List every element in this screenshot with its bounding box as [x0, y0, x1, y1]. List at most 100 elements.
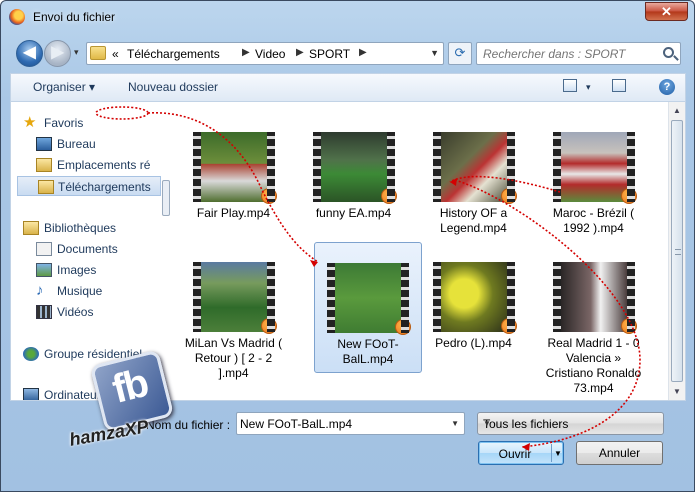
video-thumbnail-icon [432, 132, 517, 204]
sidebar-item-label: Documents [57, 242, 118, 256]
scroll-down-arrow-icon[interactable]: ▼ [669, 383, 685, 400]
open-button-label: Ouvrir [498, 447, 532, 461]
play-badge-icon [500, 188, 517, 204]
file-name: Pedro (L).mp4 [435, 336, 512, 350]
file-item[interactable]: MiLan Vs Madrid ( Retour ) [ 2 - 2 ].mp4 [181, 262, 286, 381]
breadcrumb-overflow[interactable]: « [112, 47, 119, 61]
video-thumbnail-icon [312, 132, 397, 204]
computer-icon [23, 388, 39, 400]
video-thumbnail-icon [552, 132, 637, 204]
view-icon[interactable] [563, 79, 577, 92]
scroll-thumb[interactable] [671, 120, 683, 382]
scroll-up-arrow-icon[interactable]: ▲ [669, 102, 685, 119]
watermark-logo-text: fb [108, 360, 152, 412]
file-item-selected[interactable]: New FOoT-BalL.mp4 [314, 242, 422, 373]
recent-pages-dropdown-icon[interactable]: ▾ [74, 47, 79, 58]
sidebar-item-label: Musique [57, 284, 103, 298]
search-input[interactable] [483, 44, 658, 64]
refresh-button[interactable]: ⟳ [448, 42, 472, 65]
sidebar-item-bureau[interactable]: Bureau [34, 134, 161, 154]
file-name: New FOoT-BalL.mp4 [337, 337, 399, 366]
play-badge-icon [620, 318, 637, 334]
video-thumbnail-icon [552, 262, 637, 334]
open-button[interactable]: Ouvrir ▼ [478, 441, 564, 465]
file-item[interactable]: Pedro (L).mp4 [421, 262, 526, 351]
sidebar-item-musique[interactable]: ♪ Musique [34, 281, 161, 301]
filename-input[interactable] [240, 414, 445, 433]
play-badge-icon [260, 188, 277, 204]
title-bar: Envoi du fichier ✕ [1, 1, 694, 35]
sidebar-item-emplacements[interactable]: Emplacements ré [34, 155, 161, 175]
sidebar-item-telechargements[interactable]: Téléchargements [17, 176, 161, 196]
filename-dropdown-icon[interactable]: ▼ [451, 419, 459, 428]
address-dropdown-icon[interactable]: ▼ [430, 48, 439, 58]
close-button[interactable]: ✕ [645, 2, 688, 21]
file-list-scrollbar[interactable]: ▲ ▼ [668, 102, 685, 400]
new-folder-button[interactable]: Nouveau dossier [128, 80, 218, 94]
play-badge-icon [380, 188, 397, 204]
file-type-dropdown-icon[interactable]: ▼ [483, 419, 658, 428]
file-name: Maroc - Brézil ( 1992 ).mp4 [552, 206, 635, 235]
file-list: Fair Play.mp4 funny EA.mp4 History OF a … [176, 102, 663, 400]
file-name: MiLan Vs Madrid ( Retour ) [ 2 - 2 ].mp4 [184, 336, 283, 380]
window-title: Envoi du fichier [33, 10, 116, 24]
file-type-select[interactable]: Tous les fichiers ▼ [477, 412, 664, 435]
forward-button[interactable]: ▶ [44, 40, 71, 67]
file-name: History OF a Legend.mp4 [439, 206, 508, 235]
breadcrumb-separator-icon[interactable]: ▶ [242, 47, 250, 58]
homegroup-icon [23, 347, 39, 361]
sidebar-item-label: Bureau [57, 137, 96, 151]
watermark: fb hamzaXP [63, 349, 193, 471]
sidebar-item-label: Bibliothèques [44, 221, 117, 235]
breadcrumb-telechargements[interactable]: Téléchargements [127, 47, 220, 61]
sidebar-item-label: Favoris [44, 116, 84, 130]
libraries-icon [23, 221, 39, 235]
sidebar-item-bibliotheques[interactable]: Bibliothèques [21, 218, 161, 238]
command-bar: Organiser ▾ Nouveau dossier ▾ ? [10, 73, 686, 101]
address-bar[interactable]: « Téléchargements ▶ Video ▶ SPORT ▶ ▼ [86, 42, 444, 65]
file-dialog-window: Envoi du fichier ✕ ◀ ▶ ▾ « Téléchargemen… [0, 0, 695, 492]
file-name: funny EA.mp4 [315, 206, 392, 220]
downloads-folder-icon [38, 180, 54, 194]
star-icon: ★ [23, 114, 37, 131]
file-item[interactable]: Fair Play.mp4 [181, 132, 286, 221]
sidebar-item-label: Emplacements ré [57, 158, 151, 172]
play-badge-icon [395, 319, 411, 335]
video-thumbnail-icon [327, 263, 411, 335]
play-badge-icon [260, 318, 277, 334]
file-item[interactable]: History OF a Legend.mp4 [421, 132, 526, 236]
sidebar-item-videos[interactable]: Vidéos [34, 302, 161, 322]
video-thumbnail-icon [432, 262, 517, 334]
folder-icon [90, 46, 106, 60]
back-button[interactable]: ◀ [16, 40, 43, 67]
file-name: Fair Play.mp4 [196, 206, 271, 220]
filename-combobox[interactable]: ▼ [236, 412, 465, 435]
breadcrumb-separator-icon[interactable]: ▶ [296, 47, 304, 58]
file-item[interactable]: funny EA.mp4 [301, 132, 406, 221]
organize-button[interactable]: Organiser ▾ [33, 80, 95, 94]
search-box[interactable] [476, 42, 681, 65]
search-icon[interactable] [663, 47, 674, 58]
sidebar-item-favoris[interactable]: ★ Favoris [21, 113, 161, 133]
help-icon[interactable]: ? [659, 79, 675, 95]
file-item[interactable]: Maroc - Brézil ( 1992 ).mp4 [541, 132, 646, 236]
navigation-pane-scroll-thumb[interactable] [162, 180, 170, 216]
preview-pane-icon[interactable] [612, 79, 626, 92]
play-badge-icon [500, 318, 517, 334]
view-dropdown-icon[interactable]: ▾ [586, 82, 591, 93]
sidebar-item-documents[interactable]: Documents [34, 239, 161, 259]
video-thumbnail-icon [192, 262, 277, 334]
breadcrumb-video[interactable]: Video [255, 47, 285, 61]
breadcrumb-separator-icon[interactable]: ▶ [359, 47, 367, 58]
breadcrumb-sport[interactable]: SPORT [309, 47, 350, 61]
open-dropdown-icon[interactable]: ▼ [554, 449, 562, 458]
sidebar-item-images[interactable]: Images [34, 260, 161, 280]
firefox-icon [9, 9, 25, 25]
cancel-button[interactable]: Annuler [576, 441, 663, 465]
file-item[interactable]: Real Madrid 1 - 0 Valencia » Cristiano R… [541, 262, 646, 396]
videos-icon [36, 305, 52, 319]
sidebar-item-label: Images [57, 263, 97, 277]
documents-icon [36, 242, 52, 256]
music-icon: ♪ [36, 282, 44, 299]
navigation-bar: ◀ ▶ ▾ « Téléchargements ▶ Video ▶ SPORT … [16, 39, 681, 67]
